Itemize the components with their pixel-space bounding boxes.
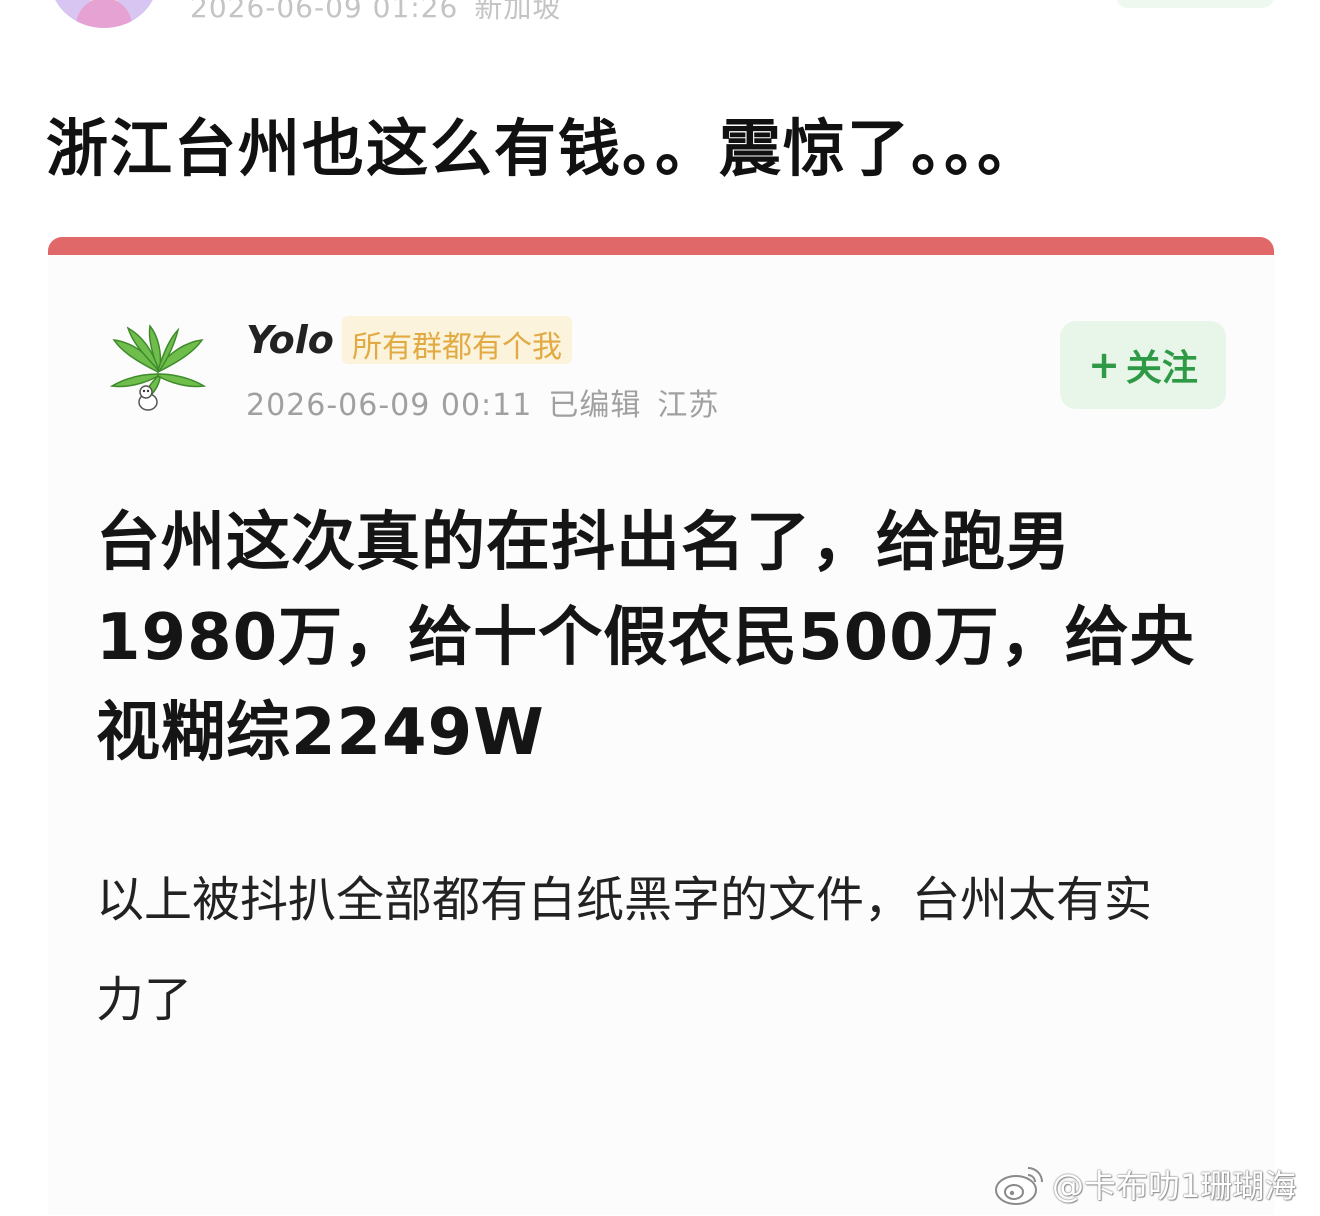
quoted-author-badge: 所有群都有个我 bbox=[342, 316, 572, 365]
quoted-post-location: 江苏 bbox=[657, 388, 720, 423]
weibo-logo-icon bbox=[995, 1167, 1043, 1205]
follow-button[interactable]: + 关注 bbox=[1060, 321, 1226, 409]
outer-author-avatar[interactable] bbox=[50, 0, 158, 28]
quoted-post-body: 以上被抖扒全部都有白纸黑字的文件，台州太有实力了 bbox=[96, 872, 1153, 1028]
quoted-post-edited: 已编辑 bbox=[548, 388, 642, 423]
watermark: @卡布叻1珊瑚海 bbox=[992, 1158, 1296, 1210]
quoted-post-title: 台州这次真的在抖出名了，给跑男1980万，给十个假农民500万，给央视糊综224… bbox=[96, 506, 1195, 770]
quoted-card-top-bar bbox=[48, 237, 1274, 255]
quoted-post-datetime: 2026-06-09 00:11 bbox=[246, 388, 533, 423]
quoted-post-meta: 2026-06-09 00:11 已编辑 江苏 bbox=[246, 380, 719, 424]
outer-post-datetime: 2026-06-09 01:26 bbox=[190, 0, 459, 24]
screenshot-page: 2026-06-09 01:26 新加坡 浙江台州也这么有钱。。震惊了。。。 Yo… bbox=[0, 0, 1320, 1216]
outer-post-meta: 2026-06-09 01:26 新加坡 bbox=[190, 0, 561, 26]
watermark-text: @卡布叻1珊瑚海 bbox=[1052, 1167, 1297, 1205]
follow-button-label: 关注 bbox=[1125, 348, 1198, 389]
quoted-author-name[interactable]: Yolo bbox=[246, 318, 334, 362]
outer-post-location: 新加坡 bbox=[474, 0, 562, 24]
outer-post-text: 浙江台州也这么有钱。。震惊了。。。 bbox=[46, 112, 1042, 185]
plant-avatar-icon[interactable] bbox=[108, 322, 208, 414]
plus-icon: + bbox=[1088, 343, 1120, 387]
outer-follow-button[interactable] bbox=[1116, 0, 1274, 8]
